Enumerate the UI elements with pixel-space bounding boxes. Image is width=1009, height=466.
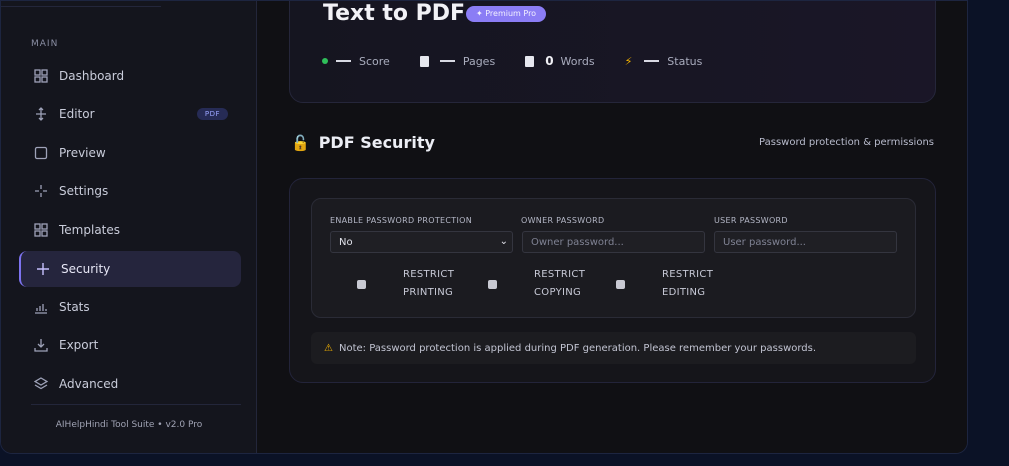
- security-section-header: 🔓 PDF Security: [291, 133, 435, 152]
- sidebar-footer: AIHelpHindi Tool Suite • v2.0 Pro: [55, 420, 203, 430]
- security-note: ⚠ Note: Password protection is applied d…: [311, 332, 916, 364]
- restrict-copying-label: RESTRICT COPYING: [534, 269, 586, 298]
- restrict-printing-label: RESTRICT PRINTING: [403, 269, 455, 298]
- sidebar-item-dashboard[interactable]: Dashboard: [19, 58, 241, 94]
- sidebar-item-templates[interactable]: Templates: [19, 212, 241, 248]
- sidebar: MAIN Dashboard Editor PDF Preview Settin…: [1, 1, 257, 453]
- restrict-printing-checkbox[interactable]: [357, 279, 366, 289]
- restrict-copying-option[interactable]: RESTRICT COPYING: [488, 266, 585, 302]
- sidebar-divider: [31, 404, 241, 405]
- lock-icon: 🔓: [291, 133, 310, 152]
- owner-password-input[interactable]: Owner password...: [522, 231, 705, 253]
- app-window: MAIN Dashboard Editor PDF Preview Settin…: [0, 0, 968, 454]
- warning-icon: ⚠: [324, 342, 333, 354]
- sidebar-item-label: Editor: [59, 107, 95, 121]
- stat-label: Score: [359, 54, 390, 68]
- move-icon: [33, 106, 49, 122]
- words-value: 0: [545, 54, 554, 68]
- sidebar-item-stats[interactable]: Stats: [19, 289, 241, 325]
- sidebar-item-advanced[interactable]: Advanced: [19, 366, 241, 402]
- stat-status: ⚡ Status: [625, 55, 703, 68]
- stat-score: Score: [322, 55, 390, 68]
- download-icon: [33, 337, 49, 353]
- stats-row: Score Pages 0 Words ⚡ Status: [322, 54, 732, 68]
- pdf-badge: PDF: [196, 108, 228, 120]
- page-title: Text to PDF: [323, 1, 466, 26]
- sidebar-item-label: Dashboard: [59, 69, 125, 83]
- user-password-label: USER PASSWORD: [714, 216, 788, 225]
- sidebar-item-settings[interactable]: Settings: [19, 173, 241, 209]
- layers-icon: [33, 376, 49, 392]
- restrict-editing-option[interactable]: RESTRICT EDITING: [616, 266, 713, 302]
- security-form: ENABLE PASSWORD PROTECTION No ⌄ OWNER PA…: [311, 198, 916, 318]
- stat-pages: Pages: [419, 54, 496, 68]
- sidebar-top-divider: [1, 1, 161, 7]
- status-value: [644, 60, 660, 62]
- note-text: Note: Password protection is applied dur…: [338, 342, 817, 354]
- lightning-icon: ⚡: [624, 54, 633, 68]
- grid-icon: [33, 222, 49, 238]
- plus-icon: [35, 261, 51, 277]
- status-dot-icon: [322, 58, 328, 64]
- user-password-input[interactable]: User password...: [714, 231, 897, 253]
- section-title: PDF Security: [318, 133, 435, 152]
- sidebar-item-editor[interactable]: Editor PDF: [19, 96, 241, 132]
- stat-words: 0 Words: [525, 54, 595, 68]
- sidebar-item-preview[interactable]: Preview: [19, 135, 241, 171]
- header-card: Text to PDF ✦ Premium Pro Score Pages 0 …: [289, 1, 936, 103]
- premium-badge: ✦ Premium Pro: [466, 6, 547, 22]
- owner-password-label: OWNER PASSWORD: [521, 216, 605, 225]
- main-content: Text to PDF ✦ Premium Pro Score Pages 0 …: [258, 1, 967, 453]
- chevron-down-icon: ⌄: [499, 236, 508, 247]
- stat-label: Words: [560, 54, 595, 68]
- sparkle-icon: [33, 183, 49, 199]
- enable-protection-label: ENABLE PASSWORD PROTECTION: [330, 216, 472, 225]
- stat-label: Status: [667, 54, 703, 68]
- restrict-editing-label: RESTRICT EDITING: [662, 269, 714, 298]
- security-card: ENABLE PASSWORD PROTECTION No ⌄ OWNER PA…: [289, 178, 936, 383]
- restrict-editing-checkbox[interactable]: [616, 279, 625, 289]
- sidebar-item-label: Security: [61, 262, 111, 276]
- sidebar-item-label: Export: [59, 338, 99, 352]
- stat-label: Pages: [462, 54, 496, 68]
- sidebar-item-security[interactable]: Security: [19, 251, 241, 287]
- sidebar-item-label: Stats: [59, 300, 90, 314]
- grid-icon: [33, 68, 49, 84]
- sidebar-item-label: Settings: [59, 184, 109, 198]
- score-value: [336, 60, 351, 62]
- sidebar-item-label: Templates: [59, 223, 121, 237]
- select-value: No: [339, 236, 353, 248]
- sidebar-item-export[interactable]: Export: [19, 327, 241, 363]
- sidebar-item-label: Preview: [59, 146, 106, 160]
- notes-icon: [525, 55, 535, 67]
- square-icon: [33, 145, 49, 161]
- sidebar-section-label: MAIN: [31, 39, 59, 49]
- pages-value: [439, 60, 455, 62]
- sidebar-item-label: Advanced: [59, 377, 119, 391]
- restrict-printing-option[interactable]: RESTRICT PRINTING: [357, 266, 454, 302]
- document-icon: [419, 55, 429, 67]
- section-subtitle: Password protection & permissions: [759, 137, 934, 148]
- restrict-copying-checkbox[interactable]: [488, 279, 497, 289]
- bar-chart-icon: [33, 299, 49, 315]
- enable-protection-select[interactable]: No ⌄: [330, 231, 513, 253]
